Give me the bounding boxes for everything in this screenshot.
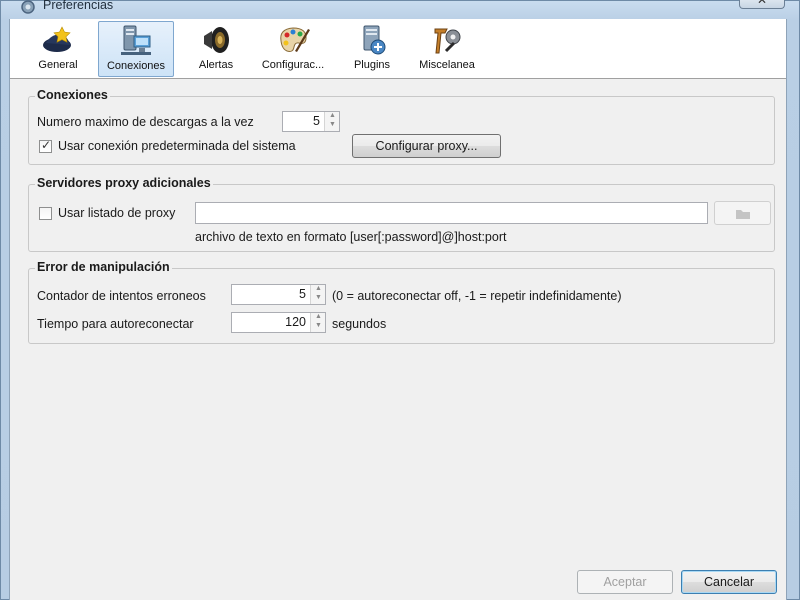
tab-configuration[interactable]: Configurac...	[256, 21, 330, 77]
tab-misc[interactable]: Miscelanea	[414, 21, 480, 77]
window-title: Preferencias	[43, 0, 114, 12]
tab-plugins-label: Plugins	[353, 59, 391, 71]
reconnect-time-label: Tiempo para autoreconectar	[37, 317, 194, 331]
accept-button[interactable]: Aceptar	[577, 570, 673, 594]
palette-icon	[280, 27, 310, 52]
connections-icon	[121, 25, 151, 55]
tab-general[interactable]: General	[30, 21, 86, 77]
app-icon	[21, 0, 35, 14]
plugins-icon	[363, 25, 386, 55]
spinner-arrows[interactable]: ▲ ▼	[310, 285, 325, 304]
speaker-icon	[204, 27, 229, 53]
connections-group: Conexiones Numero maximo de descargas a …	[28, 88, 775, 165]
tab-alerts[interactable]: Alertas	[188, 21, 244, 77]
retry-count-hint: (0 = autoreconectar off, -1 = repetir in…	[332, 289, 622, 303]
general-icon	[43, 26, 71, 52]
dialog-body: General Conexiones Alertas Configurac...…	[9, 19, 787, 600]
reconnect-time-value: 120	[285, 315, 306, 329]
preferences-toolbar: General Conexiones Alertas Configurac...…	[10, 19, 786, 79]
error-handling-title: Error de manipulación	[35, 260, 172, 274]
spinner-arrows[interactable]: ▲ ▼	[310, 313, 325, 332]
cancel-button[interactable]: Cancelar	[681, 570, 777, 594]
retry-count-spinner[interactable]: 5 ▲ ▼	[231, 284, 326, 305]
use-system-label: Usar conexión predeterminada del sistema	[58, 139, 296, 153]
connections-title: Conexiones	[35, 88, 110, 102]
use-proxy-list-label: Usar listado de proxy	[58, 206, 176, 220]
tools-icon	[434, 28, 461, 54]
reconnect-time-unit: segundos	[332, 317, 387, 331]
tab-plugins[interactable]: Plugins	[344, 21, 400, 77]
title-bar: Preferencias ✕	[1, 0, 800, 19]
max-downloads-value: 5	[313, 114, 320, 128]
use-system-checkbox[interactable]: ✓	[39, 138, 52, 153]
close-button[interactable]: ✕	[739, 0, 785, 9]
retry-count-label: Contador de intentos erroneos	[37, 289, 206, 303]
proxy-servers-group: Servidores proxy adicionales Usar listad…	[28, 176, 775, 252]
max-downloads-label: Numero maximo de descargas a la vez	[37, 115, 254, 129]
window-frame: Preferencias ✕ General Conexiones Alerta…	[0, 0, 800, 600]
proxy-servers-title: Servidores proxy adicionales	[35, 176, 213, 190]
use-proxy-list-checkbox[interactable]	[39, 207, 52, 220]
tab-connections[interactable]: Conexiones	[98, 21, 174, 77]
tab-configuration-label: Configurac...	[261, 59, 325, 71]
check-mark-icon: ✓	[41, 138, 52, 152]
reconnect-time-spinner[interactable]: 120 ▲ ▼	[231, 312, 326, 333]
folder-icon	[736, 210, 750, 219]
proxy-format-hint: archivo de texto en formato [user[:passw…	[195, 230, 507, 244]
spinner-arrows[interactable]: ▲ ▼	[324, 112, 339, 131]
error-handling-group: Error de manipulación Contador de intent…	[28, 260, 775, 344]
configure-proxy-button[interactable]: Configurar proxy...	[352, 134, 501, 158]
tab-misc-label: Miscelanea	[419, 59, 475, 71]
browse-file-button[interactable]	[714, 201, 771, 225]
tab-general-label: General	[38, 59, 78, 71]
retry-count-value: 5	[299, 287, 306, 301]
tab-connections-label: Conexiones	[106, 60, 166, 72]
tab-alerts-label: Alertas	[198, 59, 234, 71]
proxy-list-path-input[interactable]	[195, 202, 708, 224]
max-downloads-spinner[interactable]: 5 ▲ ▼	[282, 111, 340, 132]
